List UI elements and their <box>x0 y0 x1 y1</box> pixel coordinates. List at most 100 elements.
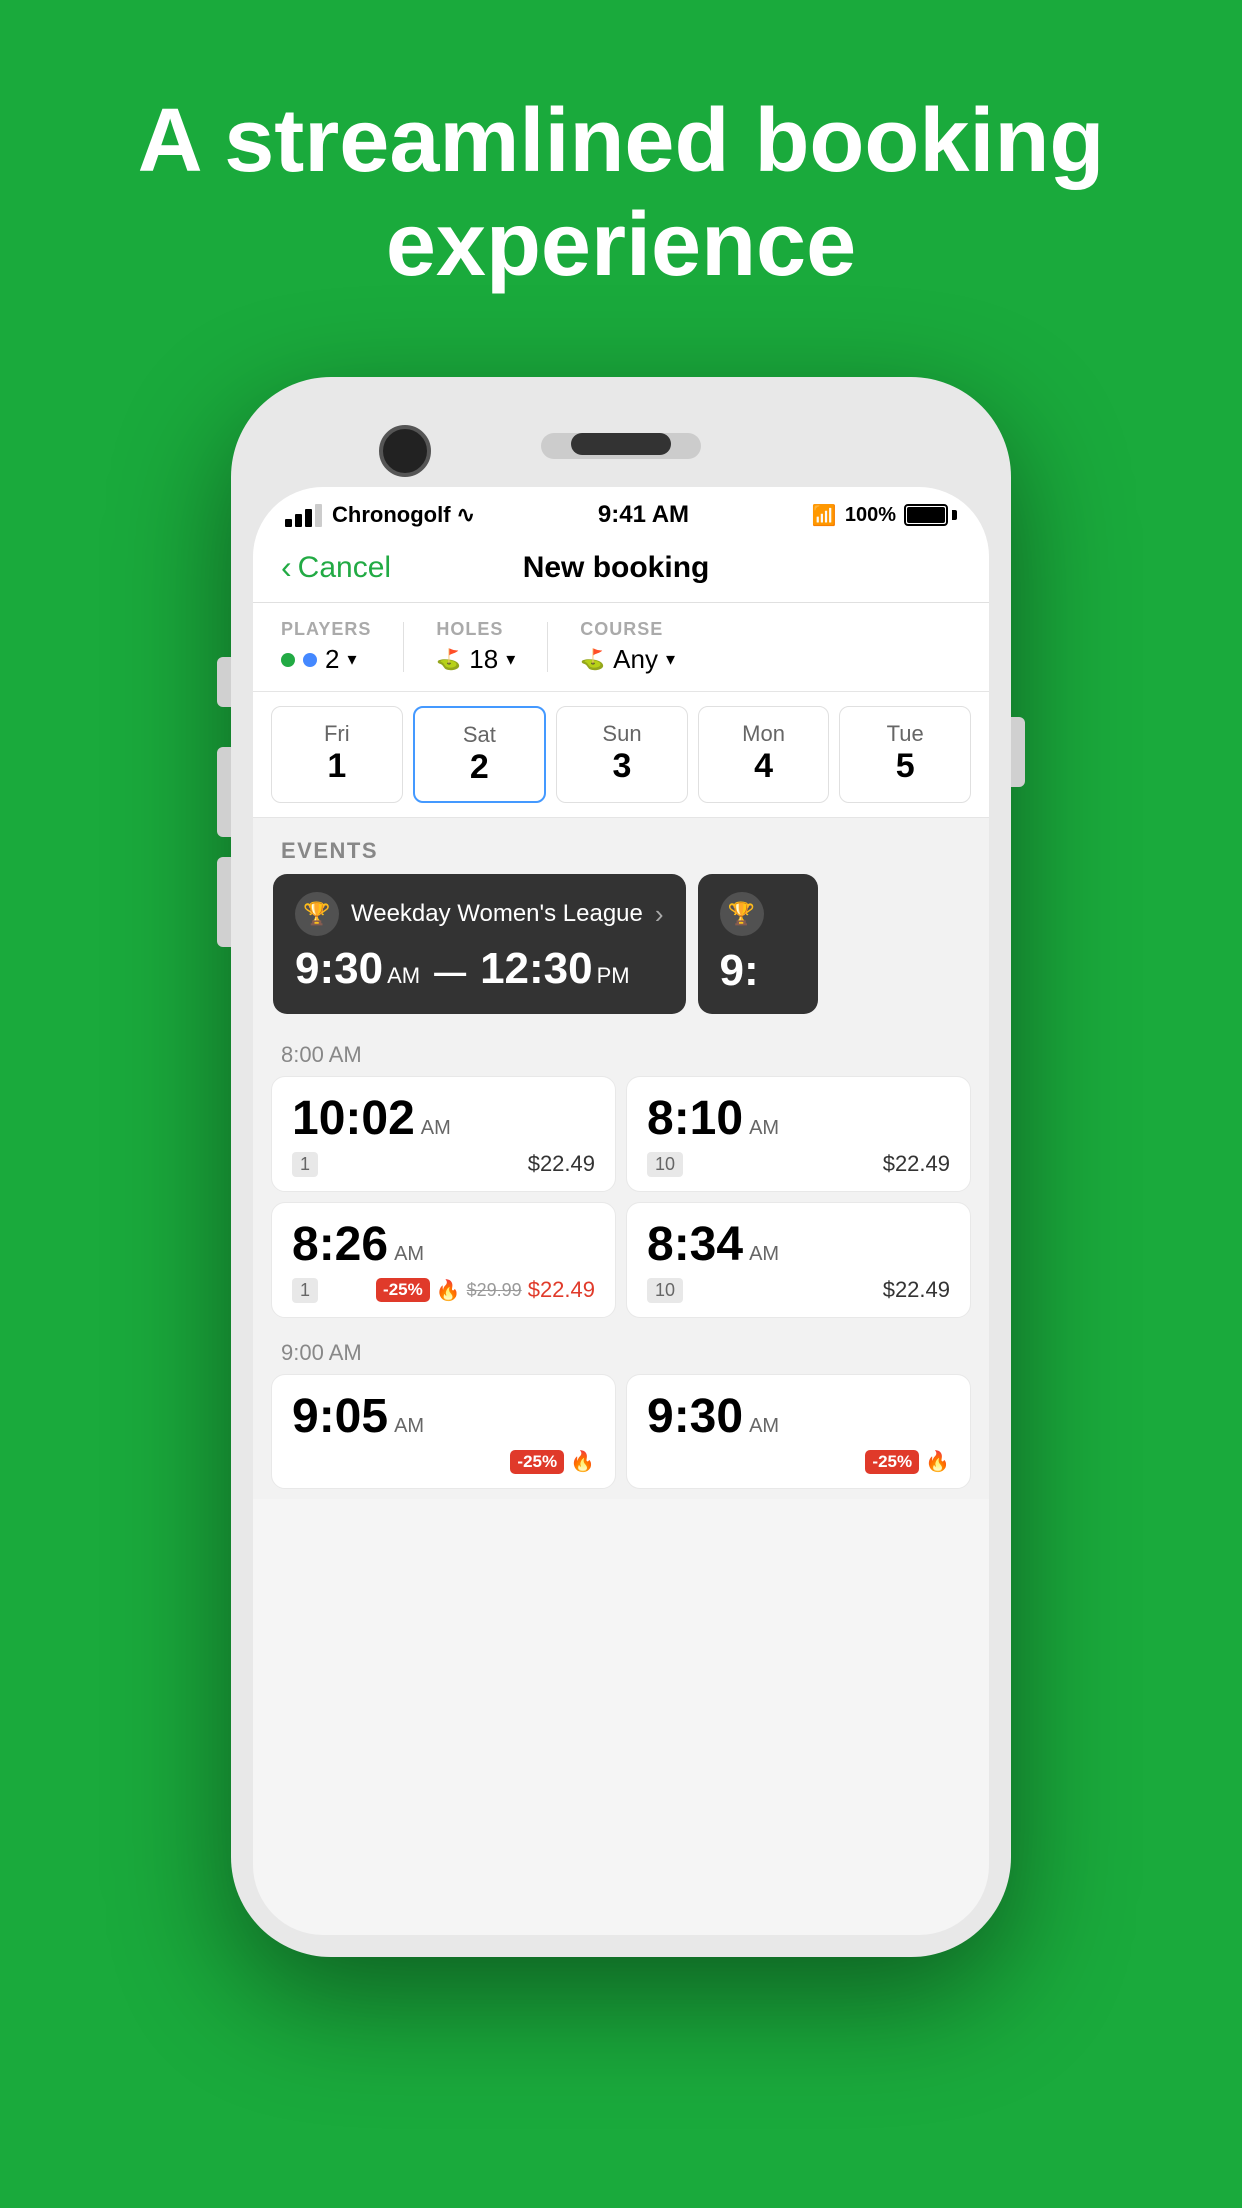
slot-discount-930: -25% 🔥 <box>865 1449 950 1474</box>
event-start-time: 9:30 <box>295 944 383 994</box>
slot-price-1002: $22.49 <box>528 1151 595 1177</box>
date-sun-3[interactable]: Sun 3 <box>556 706 688 803</box>
slot-discount-905: -25% 🔥 <box>510 1449 595 1474</box>
players-filter[interactable]: PLAYERS 2 ▾ <box>281 619 371 675</box>
cancel-button[interactable]: ‹ Cancel <box>281 549 391 586</box>
players-label: PLAYERS <box>281 619 371 640</box>
power-button <box>1011 717 1025 787</box>
slot-price-834: $22.49 <box>883 1277 950 1303</box>
slot-ampm-930: AM <box>749 1415 779 1438</box>
status-right: 📶 100% <box>812 503 957 528</box>
slot-orig-price-826: $29.99 <box>467 1280 522 1301</box>
carrier-name: Chronogolf <box>332 502 451 528</box>
slot-bottom-826: 1 -25% 🔥 $29.99 $22.49 <box>292 1277 595 1303</box>
players-count: 2 <box>325 644 339 675</box>
trophy-icon: 🏆 <box>295 892 339 936</box>
slot-time-930: 9:30 <box>647 1393 743 1441</box>
slots-grid-9am: 9:05 AM -25% 🔥 <box>253 1374 989 1499</box>
date-mon-4[interactable]: Mon 4 <box>698 706 830 803</box>
date-fri-1[interactable]: Fri 1 <box>271 706 403 803</box>
page-title: New booking <box>391 551 841 585</box>
golf-pin-icon: ⛳ <box>436 647 461 672</box>
volume-down-button <box>217 857 231 947</box>
event-card-2-partial[interactable]: 🏆 9: <box>698 874 818 1014</box>
event-dash: — <box>434 954 466 991</box>
status-time: 9:41 AM <box>598 501 689 529</box>
players-value-row: 2 ▾ <box>281 644 371 675</box>
players-dropdown-icon: ▾ <box>347 649 356 670</box>
slot-834am[interactable]: 8:34 AM 10 $22.49 <box>626 1202 971 1318</box>
time-group-9am: 9:00 AM <box>253 1328 989 1374</box>
wifi-icon: ∿ <box>457 502 475 528</box>
slot-ampm-1002: AM <box>421 1117 451 1140</box>
mute-button <box>217 657 231 707</box>
course-pin-icon: ⛳ <box>580 647 605 672</box>
events-list: 🏆 Weekday Women's League › 9:30 AM — 12:… <box>253 874 989 1030</box>
back-chevron-icon: ‹ <box>281 549 292 586</box>
cancel-label: Cancel <box>298 551 391 585</box>
slot-ampm-905: AM <box>394 1415 424 1438</box>
phone-screen: Chronogolf ∿ 9:41 AM 📶 100% <box>253 487 989 1935</box>
date-day-sat: Sat <box>463 722 496 748</box>
course-label: COURSE <box>580 619 961 640</box>
volume-up-button <box>217 747 231 837</box>
slot-bottom-834: 10 $22.49 <box>647 1277 950 1303</box>
slot-discount-826: -25% 🔥 $29.99 $22.49 <box>376 1277 595 1303</box>
slot-ampm-834: AM <box>749 1243 779 1266</box>
course-dropdown-icon: ▾ <box>666 649 675 670</box>
date-day-sun: Sun <box>602 721 641 747</box>
slot-bottom-930: -25% 🔥 <box>647 1449 950 1474</box>
slot-time-826: 8:26 <box>292 1221 388 1269</box>
date-tue-5[interactable]: Tue 5 <box>839 706 971 803</box>
slot-810am[interactable]: 8:10 AM 10 $22.49 <box>626 1076 971 1192</box>
date-day-mon: Mon <box>742 721 785 747</box>
content-area: EVENTS 🏆 Weekday Women's League › 9:30 A… <box>253 818 989 1499</box>
holes-filter[interactable]: HOLES ⛳ 18 ▾ <box>436 619 515 675</box>
date-num-4: 4 <box>754 747 773 786</box>
event-end-ampm: PM <box>597 963 630 989</box>
course-value-row: ⛳ Any ▾ <box>580 644 961 675</box>
slot-bottom-1002: 1 $22.49 <box>292 1151 595 1177</box>
slot-holes-834: 10 <box>647 1278 683 1303</box>
slot-1002am[interactable]: 10:02 AM 1 $22.49 <box>271 1076 616 1192</box>
date-num-5: 5 <box>896 747 915 786</box>
holes-count: 18 <box>469 644 498 675</box>
slot-826am[interactable]: 8:26 AM 1 -25% 🔥 $29.99 $22.49 <box>271 1202 616 1318</box>
slot-time-905: 9:05 <box>292 1393 388 1441</box>
event-2-time: 9: <box>720 946 796 996</box>
slot-bottom-905: -25% 🔥 <box>292 1449 595 1474</box>
slot-holes-826: 1 <box>292 1278 318 1303</box>
date-day-fri: Fri <box>324 721 350 747</box>
course-filter[interactable]: COURSE ⛳ Any ▾ <box>580 619 961 675</box>
event-chevron-icon: › <box>655 899 664 930</box>
holes-value-row: ⛳ 18 ▾ <box>436 644 515 675</box>
slot-bottom-810: 10 $22.49 <box>647 1151 950 1177</box>
hero-text: A streamlined booking experience <box>0 90 1242 297</box>
phone-earpiece <box>571 433 671 455</box>
slot-ampm-826: AM <box>394 1243 424 1266</box>
date-num-3: 3 <box>613 747 632 786</box>
phone-mockup: Chronogolf ∿ 9:41 AM 📶 100% <box>231 377 1011 1977</box>
event-card-1[interactable]: 🏆 Weekday Women's League › 9:30 AM — 12:… <box>273 874 686 1014</box>
slot-905am[interactable]: 9:05 AM -25% 🔥 <box>271 1374 616 1489</box>
player-dot-1 <box>281 653 295 667</box>
holes-label: HOLES <box>436 619 515 640</box>
slot-holes-810: 10 <box>647 1152 683 1177</box>
slot-disc-price-826: $22.49 <box>528 1277 595 1303</box>
event-name: Weekday Women's League <box>351 900 643 928</box>
slots-grid-8am: 10:02 AM 1 $22.49 8:10 AM <box>253 1076 989 1328</box>
slot-price-810: $22.49 <box>883 1151 950 1177</box>
battery-icon <box>904 504 957 526</box>
slot-time-834: 8:34 <box>647 1221 743 1269</box>
separator-2 <box>547 622 548 672</box>
event-end-time: 12:30 <box>480 944 593 994</box>
discount-badge-905: -25% <box>510 1450 564 1474</box>
battery-percent: 100% <box>845 504 896 527</box>
slot-time-810: 8:10 <box>647 1095 743 1143</box>
slot-930am[interactable]: 9:30 AM -25% 🔥 <box>626 1374 971 1489</box>
date-sat-2[interactable]: Sat 2 <box>413 706 547 803</box>
fire-icon-905: 🔥 <box>570 1449 595 1474</box>
signal-bars <box>285 504 322 527</box>
discount-badge-930: -25% <box>865 1450 919 1474</box>
nav-bar: ‹ Cancel New booking <box>253 539 989 603</box>
